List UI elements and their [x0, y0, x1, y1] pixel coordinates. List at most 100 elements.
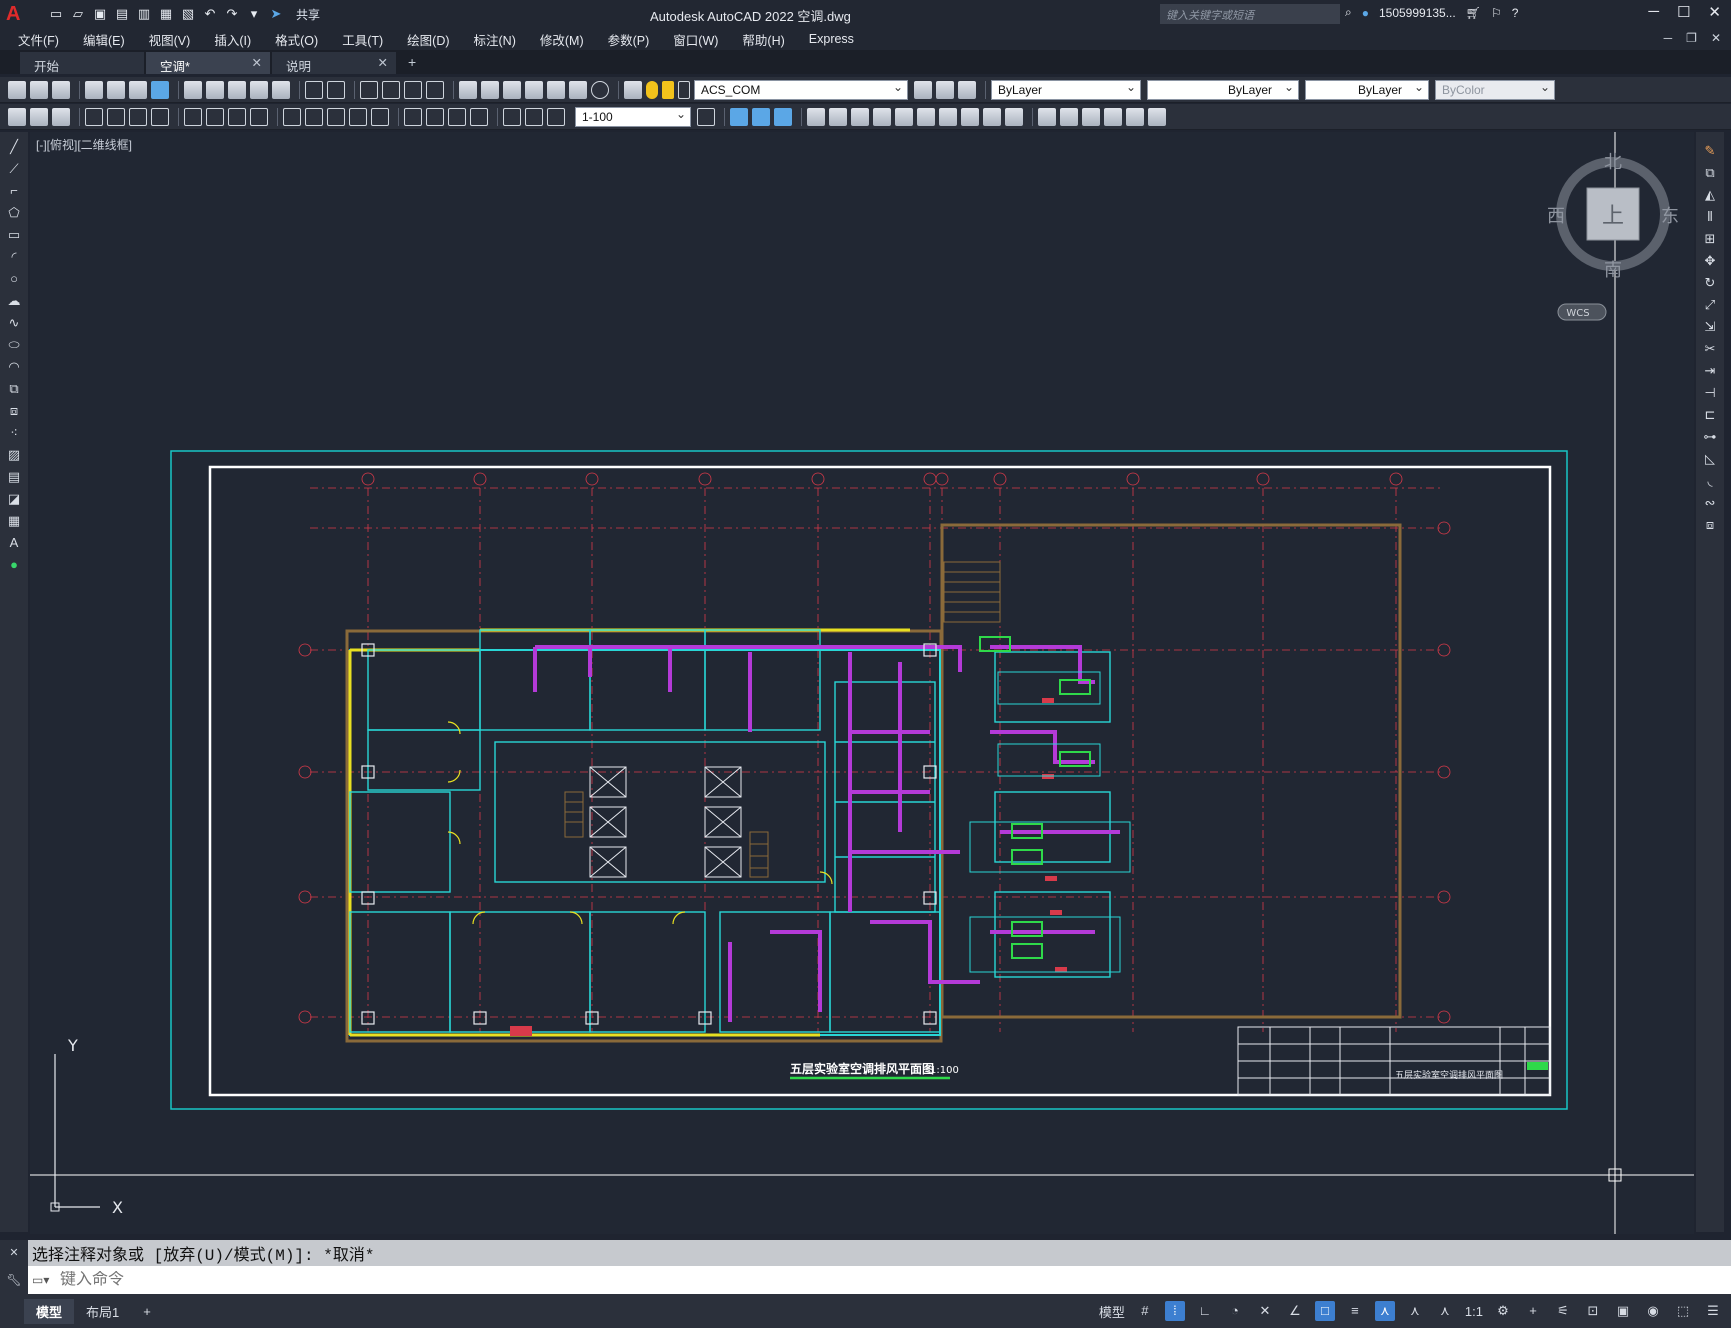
- qnew-icon[interactable]: [8, 80, 26, 99]
- polygon-icon[interactable]: ⬠: [6, 204, 22, 222]
- lineweight-select[interactable]: ByLayer: [1305, 79, 1429, 100]
- jogged-linear-icon[interactable]: [470, 107, 488, 126]
- insert-icon[interactable]: ⧉: [6, 380, 22, 398]
- scale-icon[interactable]: ⤢: [1702, 296, 1718, 314]
- offset-icon[interactable]: ⫴: [1702, 208, 1718, 226]
- redo-icon[interactable]: ↷: [224, 6, 240, 22]
- design-center-icon[interactable]: [481, 80, 499, 99]
- menu-tools[interactable]: 工具(T): [342, 30, 383, 49]
- trim-icon[interactable]: ✂: [1702, 340, 1718, 358]
- dim-style-icon[interactable]: [697, 107, 715, 126]
- block-editor-icon[interactable]: [272, 80, 290, 99]
- dim-jogged-icon[interactable]: [206, 107, 224, 126]
- chamfer-icon[interactable]: ◺: [1702, 450, 1718, 468]
- add-selected-icon[interactable]: ●: [6, 556, 22, 574]
- object-snap-tracking-icon[interactable]: ∠: [1285, 1301, 1305, 1321]
- search-icon[interactable]: ⌕: [1345, 5, 1352, 20]
- cut-icon[interactable]: [184, 80, 202, 99]
- clean-screen-icon[interactable]: ⬚: [1673, 1301, 1693, 1321]
- plot-toolbar-icon[interactable]: [85, 80, 103, 99]
- annotation-scale-select[interactable]: 1-100: [575, 106, 691, 127]
- help-icon[interactable]: ?: [1512, 6, 1519, 20]
- table-icon[interactable]: ▦: [6, 512, 22, 530]
- maximize-icon[interactable]: ☐: [1677, 3, 1690, 21]
- drawing-canvas[interactable]: [-][俯视][二维线框] 北 南 东 西 上 WCS Y X 五层实验室空调排…: [30, 132, 1694, 1234]
- point-cloud-icon[interactable]: [983, 107, 1001, 126]
- workspace-icon[interactable]: [8, 107, 26, 126]
- rotate-icon[interactable]: ↻: [1702, 274, 1718, 292]
- plot-icon[interactable]: ▧: [180, 6, 196, 22]
- import-pdf-icon[interactable]: [961, 107, 979, 126]
- polar-icon[interactable]: ◔: [1225, 1301, 1245, 1321]
- fillet-icon[interactable]: ◟: [1702, 472, 1718, 490]
- open-icon[interactable]: [30, 80, 48, 99]
- revcloud-icon[interactable]: ☁︎: [6, 292, 22, 310]
- user-name[interactable]: 1505999135...: [1379, 6, 1456, 20]
- ellipse-icon[interactable]: ⬭: [6, 336, 22, 354]
- construction-line-icon[interactable]: ⟋: [6, 160, 22, 178]
- stretch-icon[interactable]: ⇲: [1702, 318, 1718, 336]
- ellipse-arc-icon[interactable]: ◠: [6, 358, 22, 376]
- share-label[interactable]: 共享: [296, 6, 320, 23]
- make-block-icon[interactable]: ⧈: [6, 402, 22, 420]
- layout-tab-model[interactable]: 模型: [24, 1298, 75, 1324]
- circle-icon[interactable]: ○: [6, 270, 22, 288]
- user-icon[interactable]: ●: [1362, 6, 1369, 20]
- menu-modify[interactable]: 修改(M): [540, 30, 584, 49]
- dim-angular-icon[interactable]: [250, 107, 268, 126]
- dim-arc-icon[interactable]: [129, 107, 147, 126]
- data-extract-icon[interactable]: [1060, 107, 1078, 126]
- annotation-scale-icon[interactable]: ⋏: [1435, 1301, 1455, 1321]
- quick-dim-icon[interactable]: [283, 107, 301, 126]
- coordination-icon[interactable]: [1005, 107, 1023, 126]
- snap-icon[interactable]: ⁞: [1164, 1301, 1185, 1321]
- layer-previous-icon[interactable]: [936, 80, 954, 99]
- dim-aligned-icon[interactable]: [107, 107, 125, 126]
- mirror-icon[interactable]: ◭: [1702, 186, 1718, 204]
- layer-match-icon[interactable]: [30, 107, 48, 126]
- linetype-select[interactable]: ByLayer: [1147, 79, 1299, 100]
- extend-icon[interactable]: ⇥: [1702, 362, 1718, 380]
- save-as-icon[interactable]: ▤: [114, 6, 130, 22]
- preview-icon[interactable]: [107, 80, 125, 99]
- lineweight-icon[interactable]: ≡: [1345, 1301, 1365, 1321]
- field-icon[interactable]: [917, 107, 935, 126]
- line-icon[interactable]: ╱: [6, 138, 22, 156]
- layer-on-icon[interactable]: [646, 80, 658, 99]
- tab-close-icon[interactable]: ✕: [378, 55, 388, 70]
- workspace-gear-icon[interactable]: ⚙: [1493, 1301, 1513, 1321]
- plotstyle-select[interactable]: ByColor: [1435, 79, 1555, 100]
- doc-restore-icon[interactable]: ❐: [1686, 31, 1697, 45]
- minimize-icon[interactable]: ─: [1648, 3, 1659, 21]
- hatch-icon[interactable]: ▨: [6, 446, 22, 464]
- object-snap-icon[interactable]: □: [1314, 1301, 1335, 1321]
- grid-icon[interactable]: #: [1135, 1301, 1155, 1321]
- layout-tab-layout1[interactable]: 布局1: [74, 1299, 131, 1324]
- dim-linear-icon[interactable]: [85, 107, 103, 126]
- layer-select[interactable]: ACS_COM: [694, 79, 908, 100]
- dim-ordinate-icon[interactable]: [151, 107, 169, 126]
- menu-parametric[interactable]: 参数(P): [608, 30, 650, 49]
- blend-icon[interactable]: ∾: [1702, 494, 1718, 512]
- menu-format[interactable]: 格式(O): [275, 30, 318, 49]
- open-file-icon[interactable]: ▱: [70, 6, 86, 22]
- doc-minimize-icon[interactable]: ─: [1664, 31, 1673, 45]
- open-web-icon[interactable]: ▥: [136, 6, 152, 22]
- menu-edit[interactable]: 编辑(E): [83, 30, 125, 49]
- mtext-icon[interactable]: A: [6, 534, 22, 552]
- erase-icon[interactable]: ✎: [1702, 142, 1718, 160]
- auto-scale-icon[interactable]: ⋏: [1405, 1301, 1425, 1321]
- download-icon[interactable]: [1104, 107, 1122, 126]
- attach-image-icon[interactable]: [851, 107, 869, 126]
- doc-close-icon[interactable]: ✕: [1711, 31, 1721, 45]
- move-icon[interactable]: ✥: [1702, 252, 1718, 270]
- center-mark-icon[interactable]: [426, 107, 444, 126]
- make-current-icon[interactable]: [914, 80, 932, 99]
- tab-notes[interactable]: 说明 ✕: [272, 52, 396, 74]
- inspect-icon[interactable]: [448, 107, 466, 126]
- break-at-point-icon[interactable]: ⊣: [1702, 384, 1718, 402]
- layer-thaw-icon[interactable]: [662, 80, 674, 99]
- ole-object-icon[interactable]: [873, 107, 891, 126]
- data-link-icon[interactable]: [1038, 107, 1056, 126]
- isodraft-icon[interactable]: ✕: [1255, 1301, 1275, 1321]
